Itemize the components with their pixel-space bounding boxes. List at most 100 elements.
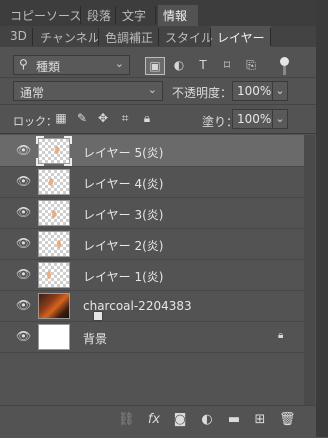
selection-corner xyxy=(64,158,72,166)
link-icon[interactable]: ⛓︎ xyxy=(118,412,135,428)
lock-transparent-pixels-icon[interactable]: ▦ xyxy=(54,111,68,125)
fill-dropdown-button[interactable]: ⌄ xyxy=(272,109,288,129)
layer-thumbnail[interactable] xyxy=(38,324,70,350)
filter-pixel-icon[interactable]: ▣ xyxy=(145,57,165,75)
search-icon: ⚲ xyxy=(19,57,28,71)
trash-icon[interactable]: 🗑︎ xyxy=(279,412,296,428)
layer-filter-dropdown[interactable]: ⚲ 種類 ⌄ xyxy=(13,55,130,75)
tab-divider xyxy=(115,6,116,24)
layer-name[interactable]: レイヤー 2(炎) xyxy=(83,237,163,254)
tab-channels[interactable]: チャンネル xyxy=(40,29,100,46)
layer-row[interactable]: 👁︎ レイヤー 2(炎) xyxy=(0,228,304,260)
layer-name[interactable]: レイヤー 1(炎) xyxy=(83,268,163,285)
tab-divider xyxy=(158,28,159,46)
tab-styles[interactable]: スタイル xyxy=(165,29,213,46)
lock-artboard-icon[interactable]: ⌗ xyxy=(118,111,132,125)
filter-adjustment-icon[interactable]: ◐ xyxy=(170,57,188,73)
filter-type-icon[interactable]: T xyxy=(194,57,212,73)
visibility-eye-icon[interactable]: 👁︎ xyxy=(16,299,31,311)
fx-icon[interactable]: fx xyxy=(146,412,162,428)
layer-thumbnail[interactable] xyxy=(38,200,70,226)
layers-panel: コピーソース 段落 文字 情報 3D チャンネル 色調補正 スタイル レイヤー … xyxy=(0,0,328,438)
tab-divider xyxy=(155,6,156,24)
chevron-down-icon: ⌄ xyxy=(275,112,285,125)
layer-row[interactable]: 👁︎ レイヤー 5(炎) xyxy=(0,135,304,167)
group-folder-icon[interactable]: ▬ xyxy=(226,412,242,428)
tab-info[interactable]: 情報 xyxy=(163,7,187,24)
tab-layers[interactable]: レイヤー xyxy=(217,29,265,46)
tab-paragraph[interactable]: 段落 xyxy=(87,7,111,24)
new-layer-icon[interactable]: ⊞ xyxy=(252,412,268,428)
layer-name[interactable]: レイヤー 5(炎) xyxy=(83,144,163,161)
fill-value: 100% xyxy=(237,112,272,126)
visibility-eye-icon[interactable]: 👁︎ xyxy=(16,330,31,342)
blend-mode-dropdown[interactable]: 通常 ⌄ xyxy=(13,81,163,101)
layer-thumbnail[interactable] xyxy=(36,136,72,166)
tab-divider xyxy=(210,28,211,46)
flame-glyph xyxy=(57,240,61,248)
layer-thumbnail[interactable] xyxy=(38,231,70,257)
filter-kind-label: 種類 xyxy=(36,60,61,74)
lock-position-icon[interactable]: ✥ xyxy=(96,111,110,125)
opacity-value: 100% xyxy=(237,84,272,98)
layer-thumbnail[interactable] xyxy=(38,293,103,321)
layers-list: 👁︎ レイヤー 5(炎) 👁︎ レイヤー 4(炎) 👁︎ レイヤー 3(炎) 👁… xyxy=(0,135,304,405)
flame-glyph xyxy=(49,178,53,186)
panel-tab-bar-top: コピーソース 段落 文字 情報 xyxy=(0,0,328,26)
panel-tab-bar-sub: 3D チャンネル 色調補正 スタイル レイヤー xyxy=(0,26,328,47)
chevron-down-icon: ⌄ xyxy=(147,83,157,96)
selection-corner xyxy=(64,136,72,144)
filter-toggle-icon[interactable] xyxy=(280,57,289,66)
tab-character[interactable]: 文字 xyxy=(122,7,146,24)
visibility-eye-icon[interactable]: 👁︎ xyxy=(16,175,31,187)
divider xyxy=(0,77,328,78)
selection-corner xyxy=(36,136,44,144)
layer-name[interactable]: 背景 xyxy=(83,330,107,347)
filter-shape-icon[interactable]: ⌑ xyxy=(218,57,236,73)
chevron-down-icon: ⌄ xyxy=(275,84,285,97)
tab-copy-source[interactable]: コピーソース xyxy=(10,7,81,24)
filter-smart-object-icon[interactable]: ⎘ xyxy=(242,57,260,73)
flame-glyph xyxy=(52,210,56,218)
tab-3d[interactable]: 3D xyxy=(10,29,27,43)
visibility-eye-icon[interactable]: 👁︎ xyxy=(16,144,31,156)
layer-row[interactable]: 👁︎ charcoal-2204383 xyxy=(0,290,304,322)
mask-icon[interactable]: ◙ xyxy=(172,412,188,428)
fill-input[interactable]: 100% xyxy=(232,109,276,129)
opacity-input[interactable]: 100% xyxy=(232,81,276,101)
visibility-eye-icon[interactable]: 👁︎ xyxy=(16,268,31,280)
layer-name[interactable]: charcoal-2204383 xyxy=(83,299,192,313)
tab-divider xyxy=(270,28,271,46)
visibility-eye-icon[interactable]: 👁︎ xyxy=(16,237,31,249)
opacity-dropdown-button[interactable]: ⌄ xyxy=(272,81,288,101)
chevron-down-icon: ⌄ xyxy=(114,57,124,70)
opacity-label: 不透明度： xyxy=(172,86,233,100)
tab-divider xyxy=(98,28,99,46)
flame-glyph xyxy=(55,146,59,154)
adjustment-icon[interactable]: ◐ xyxy=(199,412,215,428)
layer-name[interactable]: レイヤー 3(炎) xyxy=(83,206,163,223)
window-edge xyxy=(316,0,328,437)
filter-toggle-stem xyxy=(283,66,286,75)
lock-image-pixels-icon[interactable]: ✎ xyxy=(75,111,89,125)
lock-all-icon[interactable]: 🔒︎ xyxy=(140,111,154,125)
tab-divider xyxy=(80,6,81,24)
lock-icon[interactable]: 🔒︎ xyxy=(278,330,288,341)
flame-glyph xyxy=(47,271,51,279)
scrollbar[interactable] xyxy=(304,135,315,405)
layer-thumbnail[interactable] xyxy=(38,262,70,288)
tab-adjustments[interactable]: 色調補正 xyxy=(105,29,153,46)
layer-row[interactable]: 👁︎ レイヤー 1(炎) xyxy=(0,259,304,291)
layer-row[interactable]: 👁︎ 背景 🔒︎ xyxy=(0,321,304,353)
visibility-eye-icon[interactable]: 👁︎ xyxy=(16,206,31,218)
selection-corner xyxy=(36,158,44,166)
layer-row[interactable]: 👁︎ レイヤー 3(炎) xyxy=(0,197,304,229)
divider xyxy=(0,104,328,105)
blend-mode-label: 通常 xyxy=(20,86,45,100)
tab-divider xyxy=(32,28,33,46)
divider xyxy=(0,133,328,134)
lock-label: ロック： xyxy=(13,115,57,128)
layer-row[interactable]: 👁︎ レイヤー 4(炎) xyxy=(0,166,304,198)
layer-name[interactable]: レイヤー 4(炎) xyxy=(83,175,163,192)
layer-thumbnail[interactable] xyxy=(38,169,70,195)
